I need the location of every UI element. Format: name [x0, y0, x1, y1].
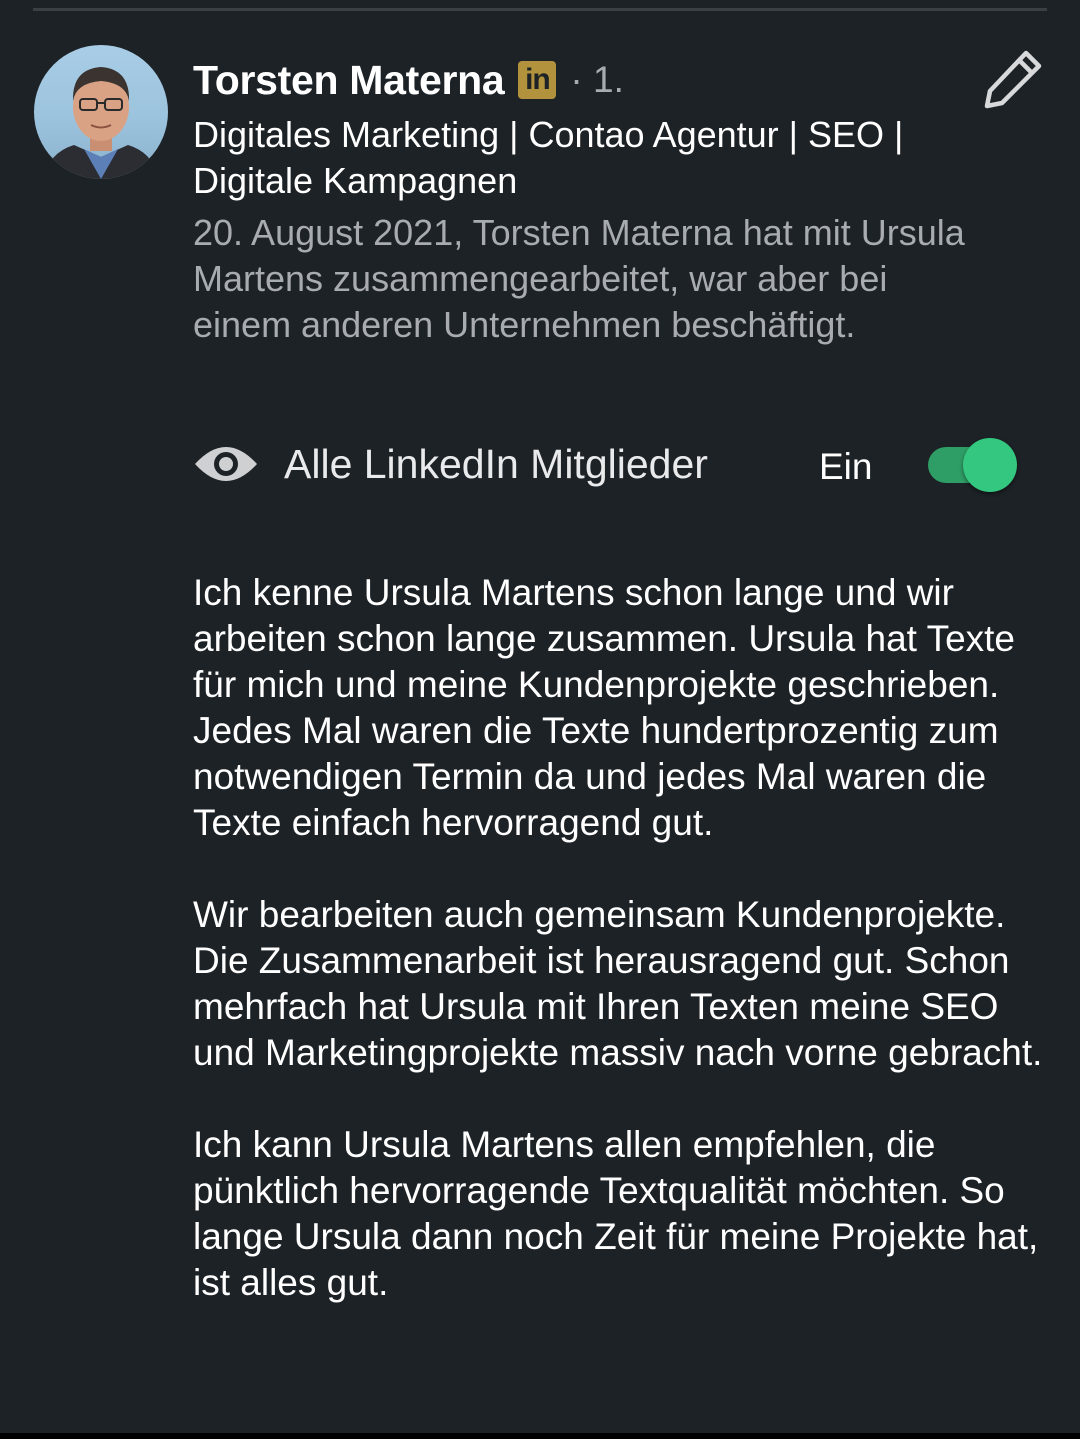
bottom-edge — [0, 1433, 1080, 1439]
relationship-context: 20. August 2021, Torsten Materna hat mit… — [193, 212, 965, 345]
eye-icon — [195, 447, 257, 481]
visibility-state-label: Ein — [819, 446, 873, 487]
recommendation-paragraph: Ich kenne Ursula Martens schon lange und… — [193, 572, 1016, 843]
avatar[interactable] — [34, 45, 168, 179]
recommendation-paragraph: Ich kann Ursula Martens allen empfehlen,… — [193, 1124, 1039, 1303]
edit-button[interactable] — [982, 48, 1044, 110]
toggle-knob — [963, 438, 1017, 492]
recommendation-text: Ich kenne Ursula Martens schon lange und… — [193, 570, 1063, 1306]
visibility-toggle[interactable] — [928, 436, 1020, 494]
visibility-label: Alle LinkedIn Mitglieder — [284, 441, 708, 487]
visibility-row: Alle LinkedIn Mitglieder Ein — [193, 432, 1023, 496]
author-name[interactable]: Torsten Materna — [193, 57, 505, 104]
top-divider — [33, 8, 1047, 11]
recommendation-paragraph: Wir bearbeiten auch gemeinsam Kundenproj… — [193, 894, 1043, 1073]
author-headline: Digitales Marketing | Contao Agentur | S… — [193, 114, 904, 201]
linkedin-premium-icon: in — [518, 61, 557, 99]
author-row: Torsten Materna in · 1. — [193, 52, 624, 108]
pencil-icon — [984, 50, 1042, 109]
connection-degree: · 1. — [570, 59, 624, 100]
